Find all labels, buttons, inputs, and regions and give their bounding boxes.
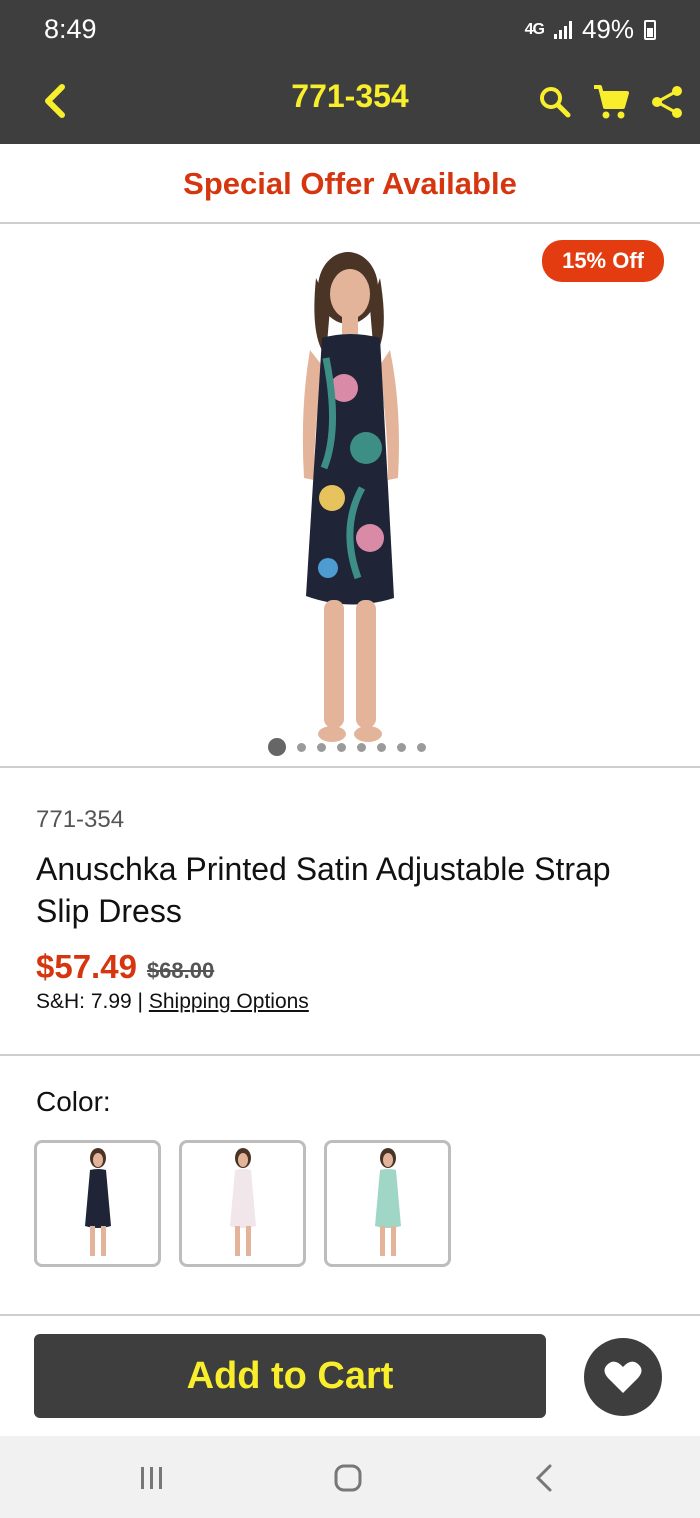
home-icon	[334, 1464, 362, 1492]
signal-icon	[553, 20, 572, 39]
price-row: $57.49 $68.00	[36, 948, 666, 986]
status-time: 8:49	[44, 14, 97, 44]
favorite-button[interactable]	[584, 1338, 662, 1416]
carousel-dot[interactable]	[337, 742, 346, 752]
carousel-dot[interactable]	[417, 742, 426, 752]
app-bar-actions	[530, 74, 692, 130]
carousel-indicator[interactable]	[268, 738, 426, 756]
color-label: Color:	[36, 1086, 111, 1117]
shipping-cost: S&H: 7.99 |	[36, 990, 149, 1013]
recent-apps-icon	[141, 1467, 162, 1489]
carousel-dot[interactable]	[317, 742, 326, 752]
special-offer-banner[interactable]: Special Offer Available	[0, 144, 700, 224]
color-swatch[interactable]	[179, 1140, 306, 1267]
shipping-options-link[interactable]: Shipping Options	[149, 990, 309, 1013]
system-back-button[interactable]	[514, 1458, 574, 1498]
back-arrow-icon	[535, 1464, 552, 1492]
network-indicator: 4G	[524, 20, 545, 38]
cart-icon	[594, 85, 629, 119]
share-icon	[652, 86, 682, 118]
original-price: $68.00	[146, 958, 215, 983]
carousel-dot[interactable]	[377, 742, 386, 752]
system-navigation-bar	[0, 1436, 700, 1518]
discount-badge: 15% Off	[542, 240, 664, 282]
status-bar: 8:49 4G 49%	[0, 0, 700, 60]
cart-button[interactable]	[586, 74, 636, 130]
share-button[interactable]	[642, 74, 692, 130]
divider	[0, 1054, 700, 1056]
product-name: Anuschka Printed Satin Adjustable Strap …	[36, 851, 611, 929]
color-swatches	[34, 1140, 451, 1267]
app-bar: 771-354	[0, 60, 700, 144]
product-info: 771-354 Anuschka Printed Satin Adjustabl…	[36, 806, 666, 1014]
status-icons: 4G 49%	[525, 14, 656, 45]
heart-icon	[604, 1361, 642, 1393]
product-sku: 771-354	[36, 806, 125, 833]
chevron-left-icon	[45, 84, 65, 118]
home-button[interactable]	[318, 1458, 378, 1498]
battery-percent: 49%	[581, 14, 634, 44]
divider	[0, 1314, 700, 1316]
carousel-dot[interactable]	[268, 738, 286, 756]
carousel-dot[interactable]	[397, 742, 406, 752]
swatch-thumbnail	[229, 1147, 256, 1256]
carousel-dot[interactable]	[357, 742, 366, 752]
search-button[interactable]	[530, 74, 580, 130]
search-icon	[540, 87, 571, 118]
color-swatch[interactable]	[34, 1140, 161, 1267]
swatch-thumbnail	[374, 1147, 401, 1256]
sale-price: $57.49	[36, 948, 137, 985]
product-image-carousel[interactable]: 15% Off	[0, 226, 700, 768]
swatch-thumbnail	[84, 1147, 111, 1256]
battery-icon	[644, 19, 656, 40]
recent-apps-button[interactable]	[122, 1458, 182, 1498]
back-button[interactable]	[30, 76, 80, 126]
product-photo	[302, 252, 399, 742]
shipping-info: S&H: 7.99 | Shipping Options	[36, 990, 666, 1014]
color-swatch[interactable]	[324, 1140, 451, 1267]
carousel-dot[interactable]	[297, 742, 306, 752]
add-to-cart-button[interactable]: Add to Cart	[34, 1334, 546, 1418]
